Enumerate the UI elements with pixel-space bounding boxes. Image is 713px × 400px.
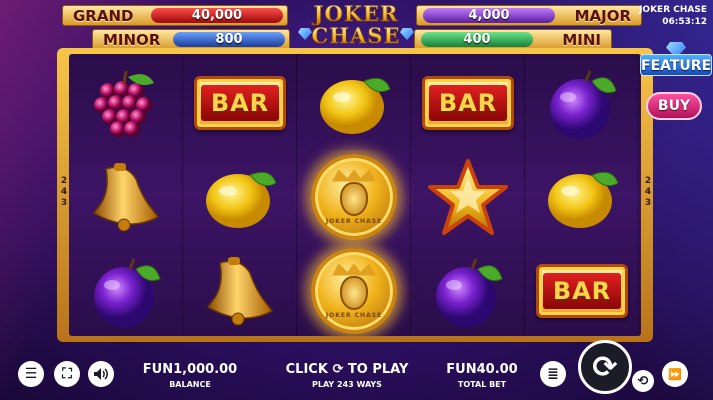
coin-text: JOKER CHASE (325, 311, 383, 319)
joker-coin-icon: JOKER CHASE (311, 248, 397, 334)
ways-digit: 2 (60, 176, 68, 186)
reel-symbol-bar: BAR (183, 56, 297, 150)
bell-icon (92, 163, 160, 232)
bar-text: BAR (543, 273, 621, 309)
jester-face (340, 181, 368, 216)
jester-cap (332, 263, 376, 276)
jackpot-major-label: MAJOR (574, 6, 631, 25)
reel-symbol-lemon (297, 56, 411, 150)
lemon-icon (320, 77, 391, 134)
jackpot-mini-value: 400 (421, 32, 533, 47)
jackpot-major: 4,000 MAJOR (416, 5, 642, 26)
reels-area[interactable]: BAR JOKER CHASE JOKER CHASE BAR BAR (69, 54, 641, 336)
ways-digit: 2 (644, 176, 652, 186)
reel-symbol-lemon (183, 150, 297, 244)
reel-symbol-plum (69, 244, 183, 336)
play-ways-label: PLAY 243 WAYS (312, 380, 382, 389)
ways-digit: 3 (60, 198, 68, 208)
jackpot-grand: GRAND 40,000 (62, 5, 288, 26)
feature-label: FEATURE (640, 54, 712, 76)
reels-frame: BAR JOKER CHASE JOKER CHASE BAR BAR (57, 48, 653, 342)
reel-symbol-bell (69, 150, 183, 244)
coin-text: JOKER CHASE (325, 217, 383, 225)
bar-symbol: BAR (194, 76, 286, 130)
bet-settings-icon[interactable]: ≣ (540, 361, 566, 387)
total-bet-label: TOTAL BET (457, 380, 507, 389)
ways-digit: 4 (60, 187, 68, 197)
jester-cap (332, 169, 376, 182)
reel-symbol-plum (411, 244, 525, 336)
jackpot-grand-label: GRAND (73, 6, 134, 25)
spin-button[interactable]: ⟳ (578, 340, 632, 394)
spin-small-icon: ⟳ (332, 362, 344, 377)
ways-digit: 3 (644, 198, 652, 208)
jackpot-grand-value: 40,000 (151, 8, 283, 23)
grapes-icon (94, 70, 154, 137)
reel-symbol-star (411, 150, 525, 244)
logo-line-1: JOKER (282, 2, 430, 25)
sound-icon[interactable] (88, 361, 114, 387)
jackpot-mini-label: MINI (562, 30, 601, 49)
bar-text: BAR (429, 85, 507, 121)
fullscreen-icon[interactable]: ⛶ (54, 361, 80, 387)
reel-symbol-bell (183, 244, 297, 336)
jackpot-minor-value: 800 (173, 32, 285, 47)
to-play-text: TO PLAY (347, 362, 409, 377)
reel-symbol-grapes (69, 56, 183, 150)
clock: 06:53:12 (662, 17, 707, 27)
lemon-icon (206, 171, 277, 228)
turbo-icon[interactable]: ⏩ (662, 361, 688, 387)
click-text: CLICK (285, 362, 328, 377)
bar-text: BAR (201, 85, 279, 121)
joker-coin-icon: JOKER CHASE (311, 154, 397, 240)
balance-label: BALANCE (169, 380, 211, 389)
autoplay-icon[interactable]: ⟲ (632, 370, 654, 392)
reel-symbol-joker-coin: JOKER CHASE (297, 244, 411, 336)
speaker-icon (94, 368, 108, 380)
game-title: JOKER CHASE (639, 5, 707, 15)
balance-value: FUN1,000.00 (142, 362, 238, 377)
star-icon (428, 159, 508, 235)
ways-indicator-left: 2 4 3 (59, 176, 69, 209)
bell-icon (206, 257, 274, 326)
reel-symbol-bar: BAR (411, 56, 525, 150)
total-bet-value: FUN40.00 (446, 362, 518, 377)
jackpot-mini: 400 MINI (414, 29, 612, 50)
ways-indicator-right: 2 4 3 (643, 176, 653, 209)
jackpot-minor: MINOR 800 (92, 29, 290, 50)
plum-icon (436, 258, 503, 327)
jackpot-major-value: 4,000 (423, 8, 555, 23)
jackpot-minor-label: MINOR (103, 30, 161, 49)
jester-face (340, 275, 368, 310)
reel-symbol-plum (525, 56, 639, 150)
game-info: JOKER CHASE 06:53:12 (639, 4, 707, 28)
bar-symbol: BAR (422, 76, 514, 130)
game-logo: JOKER CHASE (282, 0, 430, 52)
click-to-play[interactable]: CLICK ⟳ TO PLAY (282, 362, 412, 377)
reel-symbol-bar: BAR (525, 244, 639, 336)
bar-symbol: BAR (536, 264, 628, 318)
ways-digit: 4 (644, 187, 652, 197)
plum-icon (94, 258, 161, 327)
plum-icon (550, 70, 617, 139)
menu-icon[interactable]: ☰ (18, 361, 44, 387)
reel-symbol-joker-coin: JOKER CHASE (297, 150, 411, 244)
buy-feature-button[interactable]: BUY (646, 92, 702, 120)
lemon-icon (548, 171, 619, 228)
reel-symbol-lemon (525, 150, 639, 244)
feature-panel[interactable]: FEATURE (640, 42, 712, 90)
